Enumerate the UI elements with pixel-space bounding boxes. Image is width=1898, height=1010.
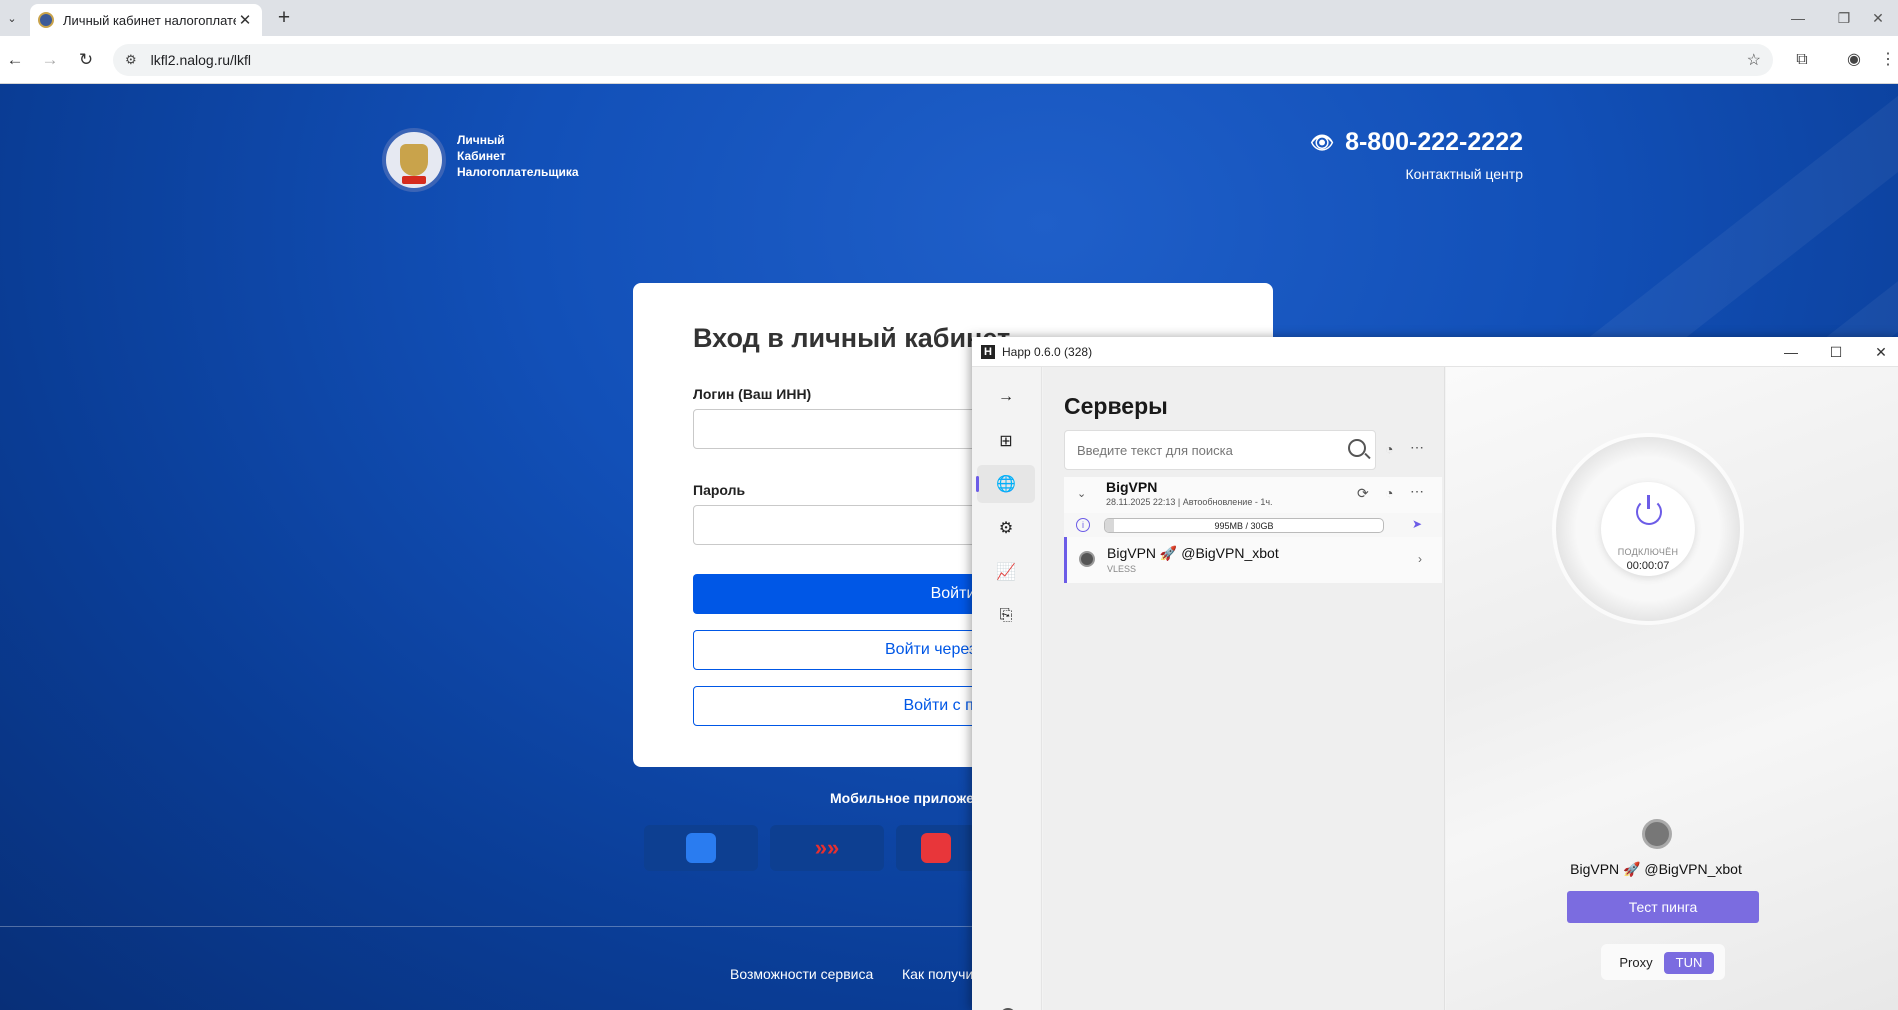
tab-close-icon[interactable]: ✕ bbox=[236, 11, 254, 29]
mode-proxy-button[interactable]: Proxy bbox=[1611, 953, 1661, 973]
group-more-icon[interactable]: ⋯ bbox=[1410, 483, 1424, 500]
store-rustore-icon bbox=[686, 833, 716, 863]
new-tab-icon[interactable]: + bbox=[270, 6, 298, 30]
mode-tun-button[interactable]: TUN bbox=[1664, 952, 1714, 974]
brand-line: Личный bbox=[457, 133, 505, 147]
search-placeholder: Введите текст для поиска bbox=[1077, 443, 1233, 458]
happ-titlebar: H Happ 0.6.0 (328) — ☐ ✕ bbox=[972, 337, 1898, 367]
traffic-usage-text: 995MB / 30GB bbox=[1214, 521, 1274, 531]
happ-nav-rail: → ⊞ 🌐 ⚙ 📈 ⎘ i bbox=[972, 367, 1042, 1010]
server-list-item[interactable]: BigVPN 🚀 @BigVPN_xbot VLESS › bbox=[1064, 537, 1442, 583]
ping-all-gauge-icon[interactable]: ◔ bbox=[1385, 441, 1393, 457]
happ-window: H Happ 0.6.0 (328) — ☐ ✕ → ⊞ 🌐 ⚙ 📈 ⎘ i С… bbox=[972, 337, 1898, 1010]
server-protocol: VLESS bbox=[1107, 564, 1137, 574]
browser-tab-bar: ⌄ Личный кабинет налогоплате ✕ + — ❐ ✕ bbox=[0, 0, 1898, 36]
extensions-icon[interactable]: ⧉ bbox=[1790, 48, 1814, 72]
selected-server-globe-icon bbox=[1642, 819, 1672, 849]
server-name: BigVPN 🚀 @BigVPN_xbot bbox=[1107, 545, 1279, 561]
back-icon[interactable]: ← bbox=[3, 48, 27, 72]
password-label: Пароль bbox=[693, 482, 746, 498]
phone-number: 8-800-222-2222 bbox=[1345, 128, 1523, 156]
omnibox[interactable]: ⚙ lkfl2.nalog.ru/lkfl ☆ bbox=[113, 44, 1773, 76]
tab-title: Личный кабинет налогоплате bbox=[63, 12, 236, 28]
server-globe-icon bbox=[1079, 551, 1095, 567]
login-label: Логин (Ваш ИНН) bbox=[693, 386, 812, 402]
connection-status: ПОДКЛЮЧЁН bbox=[1617, 547, 1679, 557]
close-window-icon[interactable]: ✕ bbox=[1855, 0, 1898, 36]
traffic-usage-bar: 995MB / 30GB bbox=[1104, 518, 1384, 533]
happ-logo-icon: H bbox=[981, 345, 995, 359]
power-icon[interactable] bbox=[1636, 495, 1662, 525]
store-button-appgallery[interactable] bbox=[644, 825, 758, 871]
connection-timer: 00:00:07 bbox=[1626, 560, 1670, 572]
usage-info-icon[interactable]: i bbox=[1076, 518, 1090, 532]
group-ping-gauge-icon[interactable]: ◔ bbox=[1385, 485, 1393, 501]
collapse-arrow-icon[interactable]: → bbox=[977, 378, 1035, 416]
happ-window-title: Happ 0.6.0 (328) bbox=[1002, 345, 1093, 359]
group-name: BigVPN bbox=[1106, 479, 1158, 495]
mode-switch: Proxy TUN bbox=[1601, 944, 1725, 980]
tab-favicon-icon bbox=[38, 12, 54, 28]
fns-emblem-logo[interactable] bbox=[382, 128, 446, 192]
telegram-send-icon[interactable]: ➤ bbox=[1412, 517, 1422, 531]
login-title: Вход в личный кабинет bbox=[693, 323, 1011, 353]
group-collapse-chevron-icon[interactable]: ⌄ bbox=[1077, 487, 1086, 500]
server-details-chevron-icon[interactable]: › bbox=[1418, 552, 1422, 566]
store-button-nashstore[interactable]: »» bbox=[770, 825, 884, 871]
store-huawei-icon bbox=[921, 833, 951, 863]
servers-title: Серверы bbox=[1064, 393, 1168, 419]
accessibility-eye-icon[interactable]: 👁 bbox=[1310, 131, 1334, 155]
brand-line: Кабинет bbox=[457, 149, 506, 163]
address-toolbar: ← → ↻ ⚙ lkfl2.nalog.ru/lkfl ☆ ⧉ ◉ ⋮ bbox=[0, 36, 1898, 84]
group-usage-row: i 995MB / 30GB ➤ bbox=[1064, 513, 1442, 537]
servers-panel: Серверы Введите текст для поиска ◔ ⋯ ⌄ B… bbox=[1043, 367, 1445, 1010]
minimize-icon[interactable]: — bbox=[1775, 0, 1821, 36]
contact-center-label: Контактный центр bbox=[1405, 166, 1524, 182]
group-header[interactable]: ⌄ BigVPN 28.11.2025 22:13 | Автообновлен… bbox=[1064, 477, 1442, 513]
stats-chart-icon[interactable]: 📈 bbox=[977, 553, 1035, 591]
subscription-group: ⌄ BigVPN 28.11.2025 22:13 | Автообновлен… bbox=[1064, 477, 1442, 583]
group-refresh-icon[interactable]: ⟳ bbox=[1357, 485, 1369, 502]
store-button-huawei[interactable] bbox=[896, 825, 976, 871]
store-chevrons-icon: »» bbox=[814, 835, 840, 860]
happ-maximize-icon[interactable]: ☐ bbox=[1813, 337, 1859, 367]
happ-minimize-icon[interactable]: — bbox=[1768, 337, 1814, 367]
footer-link-features[interactable]: Возможности сервиса bbox=[730, 966, 873, 982]
url-text[interactable]: lkfl2.nalog.ru/lkfl bbox=[151, 52, 251, 68]
selected-server-name: BigVPN 🚀 @BigVPN_xbot bbox=[1570, 861, 1742, 877]
logs-terminal-icon[interactable]: ⎘ bbox=[977, 597, 1035, 635]
search-icon[interactable] bbox=[1348, 439, 1366, 457]
servers-more-icon[interactable]: ⋯ bbox=[1410, 439, 1424, 456]
site-brand[interactable]: Личный Кабинет Налогоплательщика bbox=[457, 132, 579, 180]
server-search-input[interactable]: Введите текст для поиска bbox=[1064, 430, 1376, 470]
footer-link-howto[interactable]: Как получи bbox=[902, 966, 973, 982]
ping-test-button[interactable]: Тест пинга bbox=[1567, 891, 1759, 923]
brand-line: Налогоплательщика bbox=[457, 165, 579, 179]
browser-tab[interactable]: Личный кабинет налогоплате ✕ bbox=[30, 4, 262, 36]
add-subscription-icon[interactable]: ⊞ bbox=[977, 422, 1035, 460]
hotline-phone[interactable]: 👁 8-800-222-2222 bbox=[1310, 128, 1523, 157]
bookmark-star-icon[interactable]: ☆ bbox=[1747, 50, 1761, 70]
reload-icon[interactable]: ↻ bbox=[74, 48, 98, 72]
tab-search-chevron-icon[interactable]: ⌄ bbox=[0, 6, 24, 30]
connection-panel: ПОДКЛЮЧЁН 00:00:07 BigVPN 🚀 @BigVPN_xbot… bbox=[1446, 367, 1898, 1010]
happ-close-icon[interactable]: ✕ bbox=[1858, 337, 1898, 367]
forward-icon[interactable]: → bbox=[38, 48, 62, 72]
group-update-info: 28.11.2025 22:13 | Автообновление - 1ч. bbox=[1106, 497, 1273, 507]
menu-kebab-icon[interactable]: ⋮ bbox=[1876, 48, 1898, 72]
mobile-apps-title: Мобильное приложе bbox=[830, 790, 974, 806]
settings-gear-icon[interactable]: ⚙ bbox=[977, 509, 1035, 547]
site-settings-icon[interactable]: ⚙ bbox=[125, 52, 137, 68]
servers-globe-icon[interactable]: 🌐 bbox=[976, 465, 1035, 503]
profile-icon[interactable]: ◉ bbox=[1842, 48, 1866, 72]
